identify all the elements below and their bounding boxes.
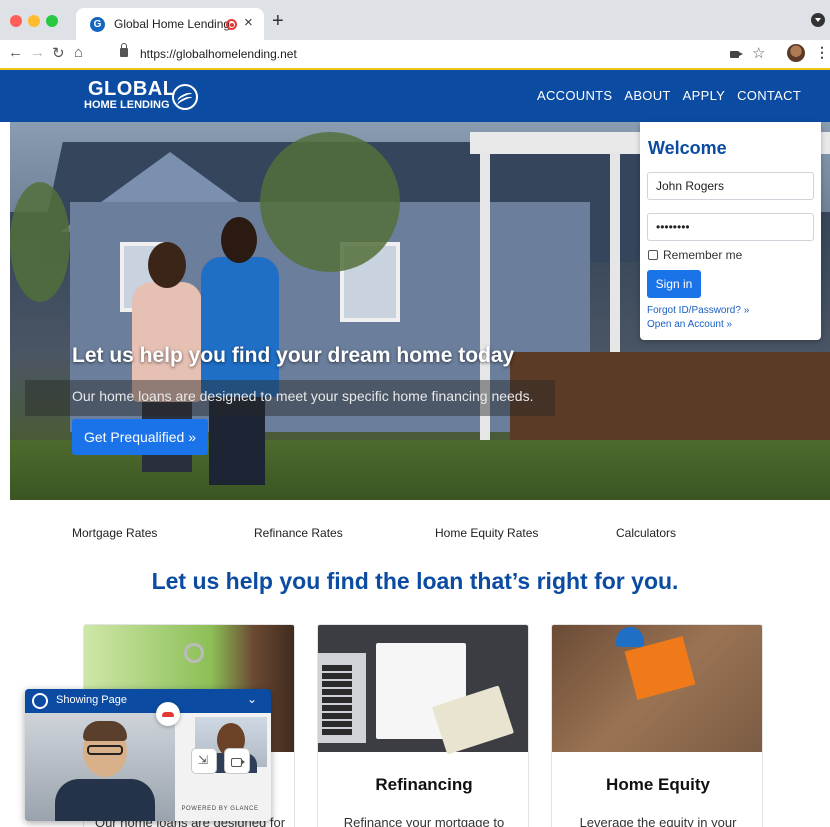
- nav-accounts[interactable]: ACCOUNTS: [537, 88, 612, 103]
- camera-icon[interactable]: [730, 51, 743, 58]
- sign-in-button[interactable]: Sign in: [647, 270, 701, 298]
- globe-icon: [172, 84, 198, 110]
- remember-me-checkbox[interactable]: [648, 250, 658, 260]
- site-logo[interactable]: GLOBAL HOME LENDING: [84, 78, 214, 116]
- hero-subtitle: Our home loans are designed to meet your…: [72, 388, 534, 404]
- hang-up-button[interactable]: [156, 702, 180, 726]
- forgot-password-link[interactable]: Forgot ID/Password? »: [647, 305, 749, 316]
- powered-by-label: POWERED BY GLANCE: [181, 806, 259, 812]
- browser-tab-bar: G Global Home Lending × +: [0, 0, 830, 40]
- address-bar: ← → ↻ ⌂ https://globalhomelending.net ☆: [0, 40, 830, 68]
- nav-contact[interactable]: CONTACT: [737, 88, 801, 103]
- minimize-video-button[interactable]: [191, 748, 217, 774]
- card-text: Refinance your mortgage to: [343, 815, 505, 827]
- favicon-icon: G: [90, 17, 105, 32]
- profile-avatar[interactable]: [787, 44, 805, 62]
- username-field[interactable]: [647, 172, 814, 200]
- back-icon[interactable]: ←: [8, 44, 23, 61]
- card-heading: Refinancing: [375, 775, 473, 794]
- url-text: https://globalhomelending.net: [140, 47, 297, 61]
- tab-title: Global Home Lending: [114, 17, 231, 31]
- recording-icon: [226, 19, 237, 30]
- hard-hat-icon: [616, 627, 644, 647]
- card-heading: Home Equity: [606, 775, 710, 794]
- camera-toggle-button[interactable]: [224, 748, 250, 774]
- mortgage-rates-link[interactable]: Mortgage Rates: [72, 526, 157, 540]
- main-nav: ACCOUNTS ABOUT APPLY CONTACT: [537, 88, 801, 103]
- nav-apply[interactable]: APPLY: [683, 88, 725, 103]
- home-equity-rates-link[interactable]: Home Equity Rates: [435, 526, 538, 540]
- person-head: [221, 217, 257, 263]
- browser-tab[interactable]: G Global Home Lending ×: [76, 8, 264, 40]
- new-tab-button[interactable]: +: [272, 10, 284, 33]
- open-account-link[interactable]: Open an Account »: [647, 319, 732, 330]
- password-field[interactable]: [647, 213, 814, 241]
- agent-video: [25, 713, 175, 821]
- glance-logo-icon: [32, 693, 48, 709]
- hero-tree: [10, 182, 70, 302]
- logo-subtitle: HOME LENDING: [84, 99, 170, 111]
- reload-icon[interactable]: ↻: [52, 44, 65, 62]
- agent-glasses: [87, 745, 123, 755]
- refinance-rates-link[interactable]: Refinance Rates: [254, 526, 343, 540]
- maximize-window-button[interactable]: [46, 15, 58, 27]
- key-icon: [184, 643, 204, 663]
- get-prequalified-button[interactable]: Get Prequalified »: [72, 419, 208, 455]
- card-text: Leverage the equity in your: [579, 815, 737, 827]
- section-title: Let us help you find the loan that’s rig…: [151, 568, 679, 594]
- tab-search-icon[interactable]: [811, 13, 825, 27]
- logo-wordmark: GLOBAL: [88, 78, 176, 100]
- card-image: [318, 625, 528, 755]
- lock-icon: [120, 43, 128, 57]
- site-header: GLOBAL HOME LENDING ACCOUNTS ABOUT APPLY…: [0, 70, 830, 122]
- keyboard-illustration: [322, 665, 352, 735]
- remember-me-row[interactable]: Remember me: [648, 248, 742, 262]
- login-title: Welcome: [648, 138, 727, 158]
- calculators-link[interactable]: Calculators: [616, 526, 676, 540]
- cobrowse-header[interactable]: Showing Page ⌄: [25, 689, 271, 713]
- forward-icon[interactable]: →: [30, 44, 45, 61]
- more-icon[interactable]: ⋮: [815, 44, 829, 61]
- self-video-panel: [175, 713, 271, 821]
- star-icon[interactable]: ☆: [752, 44, 765, 62]
- product-card-refinancing[interactable]: Refinancing Refinance your mortgage to: [317, 624, 529, 827]
- nav-about[interactable]: ABOUT: [624, 88, 670, 103]
- home-icon[interactable]: ⌂: [74, 44, 83, 61]
- agent-body: [55, 779, 155, 821]
- person-body: [201, 257, 279, 397]
- chevron-down-icon[interactable]: ⌄: [247, 692, 257, 706]
- person-head: [148, 242, 186, 288]
- cobrowse-title: Showing Page: [56, 694, 127, 706]
- minimize-window-button[interactable]: [28, 15, 40, 27]
- hero-title: Let us help you find your dream home tod…: [72, 344, 515, 367]
- agent-hair: [83, 721, 127, 741]
- close-window-button[interactable]: [10, 15, 22, 27]
- card-image: [552, 625, 762, 752]
- url-field[interactable]: https://globalhomelending.net ☆: [112, 42, 782, 66]
- close-tab-icon[interactable]: ×: [244, 14, 253, 31]
- remember-me-label: Remember me: [663, 248, 743, 262]
- rates-quick-links: Mortgage Rates Refinance Rates Home Equi…: [0, 526, 830, 542]
- hero-deck: [510, 352, 830, 442]
- product-card-home-equity[interactable]: Home Equity Leverage the equity in your: [551, 624, 763, 827]
- login-card: Welcome Remember me Sign in Forgot ID/Pa…: [640, 122, 821, 340]
